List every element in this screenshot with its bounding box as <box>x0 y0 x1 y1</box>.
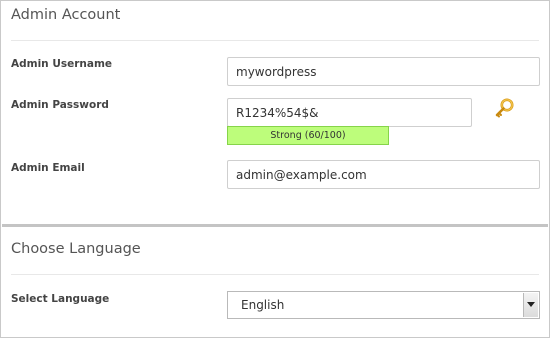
chevron-down-icon <box>527 302 535 307</box>
settings-panel: Admin Account Admin Username Admin Passw… <box>0 0 550 338</box>
section-separator <box>11 40 539 41</box>
admin-username-input[interactable] <box>227 57 540 86</box>
password-strength-meter: Strong (60/100) <box>227 126 389 145</box>
admin-password-label: Admin Password <box>11 99 109 111</box>
admin-email-input[interactable] <box>227 160 540 189</box>
admin-username-label: Admin Username <box>11 58 113 70</box>
select-language-label: Select Language <box>11 293 110 305</box>
section-divider <box>2 224 548 227</box>
language-select-value: English <box>241 298 285 312</box>
dropdown-arrow-button[interactable] <box>523 293 538 317</box>
admin-password-input[interactable] <box>227 98 472 127</box>
admin-email-label: Admin Email <box>11 162 85 174</box>
admin-account-heading: Admin Account <box>11 7 121 23</box>
language-select[interactable]: English <box>227 291 540 319</box>
choose-language-heading: Choose Language <box>11 241 141 257</box>
section-separator <box>11 274 539 275</box>
key-icon[interactable] <box>493 97 517 121</box>
